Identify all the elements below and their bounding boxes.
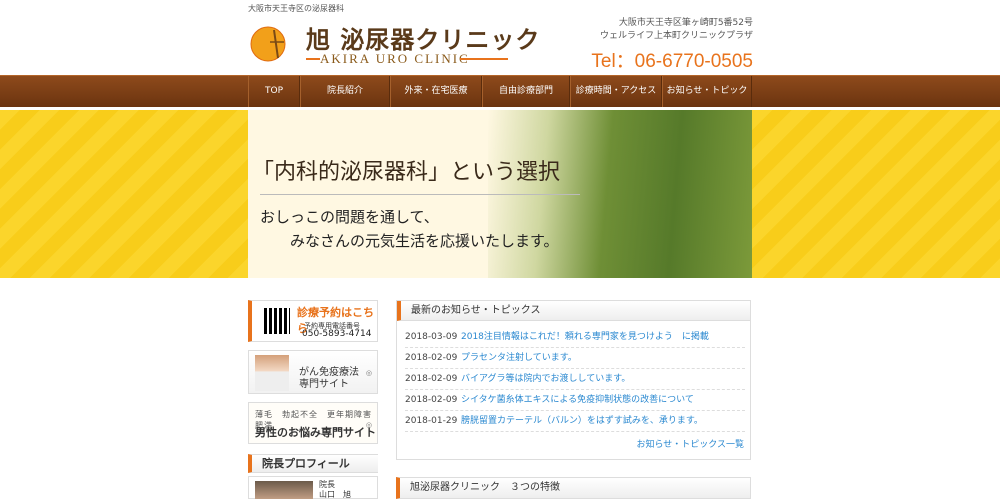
main-nav: TOP 院長紹介 外来・在宅医療 自由診療部門 診療時間・アクセス お知らせ・ト… — [0, 75, 1000, 127]
reservation-number: 050-5893-4714 — [302, 329, 372, 339]
news-item[interactable]: 2018-03-09 2018注目情報はこれだ！頼れる専門家を見つけよう に掲載 — [405, 327, 745, 348]
nav-hours-access[interactable]: 診療時間・アクセス — [570, 76, 662, 107]
nav-director[interactable]: 院長紹介 — [300, 76, 390, 107]
nav-self-pay[interactable]: 自由診療部門 — [482, 76, 570, 107]
arrow-circle-icon: ◎ — [365, 369, 372, 377]
news-item[interactable]: 2018-02-09 シイタケ菌糸体エキスによる免疫抑制状態の改善について — [405, 390, 745, 411]
profile-name: 山口 旭 — [319, 490, 351, 499]
nav-top[interactable]: TOP — [248, 76, 300, 107]
news-title-link[interactable]: 膀胱留置カテーテル（バルン）をはずす試みを、承ります。 — [461, 416, 703, 426]
news-date: 2018-03-09 — [405, 332, 458, 342]
nav-news[interactable]: お知らせ・トピックス — [662, 76, 752, 127]
news-date: 2018-02-09 — [405, 395, 458, 405]
profile-heading: 院長プロフィール — [248, 454, 378, 473]
news-item[interactable]: 2018-02-09 プラセンタ注射しています。 — [405, 348, 745, 369]
news-title-link[interactable]: 2018注目情報はこれだ！頼れる専門家を見つけよう に掲載 — [461, 332, 709, 342]
address-line-2: ウェルライフ上本町クリニックプラザ — [599, 31, 753, 41]
clinic-logo-mark[interactable] — [248, 22, 300, 66]
profile-box[interactable]: 院長 山口 旭 — [248, 476, 378, 499]
phone-number[interactable]: Tel：06-6770-0505 — [591, 46, 753, 73]
director-photo — [255, 481, 313, 499]
mens-health-banner[interactable]: 薄毛 勃起不全 更年期障害 肥満 男性のお悩み専門サイト ◎ — [248, 402, 380, 444]
news-date: 2018-02-09 — [405, 353, 458, 363]
qr-code-icon — [264, 308, 290, 334]
address-line-1: 大阪市天王寺区筆ヶ崎町5番52号 — [618, 18, 753, 28]
news-title-link[interactable]: バイアグラ等は院内でお渡ししています。 — [461, 374, 630, 384]
hero-subtitle-2: みなさんの元気生活を応援いたします。 — [290, 232, 559, 250]
hero-title: 「内科的泌尿器科」という選択 — [252, 160, 561, 185]
features-heading: 旭泌尿器クリニック ３つの特徴 — [396, 477, 751, 499]
clinic-name-jp[interactable]: 旭 泌尿器クリニック — [306, 20, 540, 55]
news-item[interactable]: 2018-01-29 膀胱留置カテーテル（バルン）をはずす試みを、承ります。 — [405, 411, 745, 432]
news-panel: 最新のお知らせ・トピックス 2018-03-09 2018注目情報はこれだ！頼れる… — [396, 300, 751, 460]
clinic-address: 大阪市天王寺区筆ヶ崎町5番52号 ウェルライフ上本町クリニックプラザ — [600, 17, 753, 43]
logo-rule-left — [306, 58, 320, 60]
news-more-link[interactable]: お知らせ・トピックス一覧 — [636, 437, 744, 450]
cancer-immunotherapy-banner[interactable]: がん免疫療法 専門サイト ◎ — [248, 350, 378, 394]
arrow-circle-icon: ◎ — [365, 421, 372, 429]
news-item[interactable]: 2018-02-09 バイアグラ等は院内でお渡ししています。 — [405, 369, 745, 390]
site-tagline: 大阪市天王寺区の泌尿器科 — [248, 4, 344, 13]
news-title-link[interactable]: シイタケ菌糸体エキスによる免疫抑制状態の改善について — [461, 395, 694, 405]
logo-rule-right — [460, 58, 508, 60]
news-date: 2018-02-09 — [405, 374, 458, 384]
news-heading: 最新のお知らせ・トピックス — [397, 301, 750, 321]
hero-divider — [260, 194, 580, 195]
mens-title: 男性のお悩み専門サイト — [255, 426, 376, 439]
news-title-link[interactable]: プラセンタ注射しています。 — [461, 353, 577, 363]
reservation-banner[interactable]: 診療予約はこちら 予約専用電話番号 050-5893-4714 — [248, 300, 378, 342]
news-date: 2018-01-29 — [405, 416, 458, 426]
doctor-photo — [255, 355, 289, 391]
nav-outpatient[interactable]: 外来・在宅医療 — [390, 76, 482, 107]
clinic-name-en: AKIRA URO CLINIC — [320, 51, 470, 66]
gan-line-2: 専門サイト — [299, 379, 349, 390]
hero-subtitle-1: おしっこの問題を通して、 — [260, 208, 439, 226]
